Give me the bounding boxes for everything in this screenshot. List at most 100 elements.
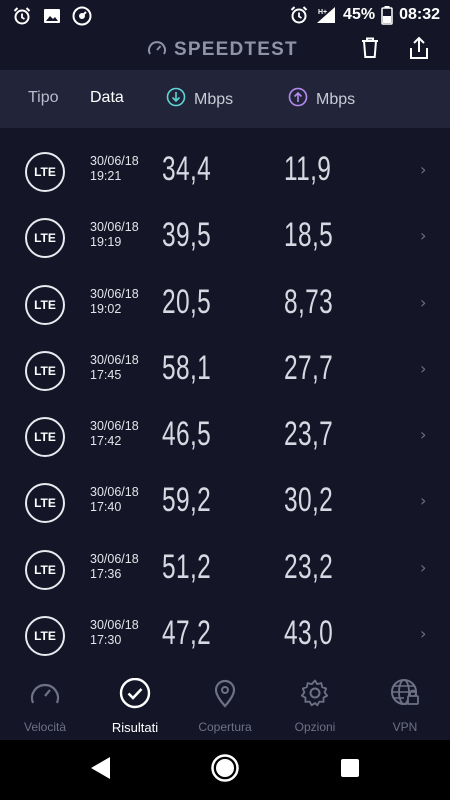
result-row[interactable]: LTE 30/06/18 19:02 20,5 8,73 › — [0, 271, 450, 337]
connection-type-badge: LTE — [25, 152, 65, 192]
download-speed: 39,5 — [162, 216, 212, 255]
chevron-right-icon: › — [420, 358, 427, 378]
network-type: H+ — [318, 9, 327, 16]
gauge-logo-icon — [146, 37, 168, 63]
upload-speed: 30,2 — [284, 481, 334, 520]
result-time: 19:21 — [90, 169, 122, 183]
checkmark-circle-icon — [118, 677, 152, 716]
nav-label-vpn: VPN — [392, 720, 418, 734]
speedtest-notification-icon — [72, 6, 92, 26]
result-row[interactable]: LTE 30/06/18 19:21 34,4 11,9 › — [0, 138, 450, 204]
result-time: 19:02 — [90, 301, 122, 316]
connection-type-badge: LTE — [25, 350, 65, 391]
result-datetime: 30/06/18 17:42 — [90, 419, 139, 449]
result-date: 30/06/18 — [90, 551, 139, 566]
download-speed: 58,1 — [162, 348, 212, 387]
map-pin-icon — [210, 678, 240, 712]
result-row[interactable]: LTE 30/06/18 19:19 39,5 18,5 › — [0, 204, 450, 270]
gear-icon — [299, 678, 331, 712]
column-upload-header[interactable]: Mbps — [288, 87, 355, 112]
upload-speed: 43,0 — [284, 614, 334, 653]
delete-button[interactable] — [357, 37, 383, 63]
result-date: 30/06/18 — [90, 485, 139, 500]
results-list: LTE 30/06/18 19:21 34,4 11,9 › LTE 30/06/… — [0, 138, 450, 668]
nav-tab-options[interactable]: Opzioni — [270, 678, 360, 734]
nav-label-options: Opzioni — [294, 720, 336, 734]
result-date: 30/06/18 — [90, 220, 139, 235]
result-time: 19:19 — [90, 235, 122, 250]
bottom-nav: Velocità Risultati Copertura Opzioni VPN — [0, 664, 450, 740]
connection-type-badge: LTE — [25, 417, 65, 458]
result-time: 17:42 — [90, 434, 122, 449]
column-type-header[interactable]: Tipo — [28, 89, 59, 107]
alarm-clock-icon — [289, 5, 309, 25]
nav-tab-results[interactable]: Risultati — [90, 677, 180, 735]
system-nav-bar — [0, 740, 450, 800]
back-button[interactable] — [85, 755, 115, 785]
upload-arrow-icon — [288, 87, 308, 112]
chevron-right-icon: › — [420, 160, 427, 179]
result-row[interactable]: LTE 30/06/18 17:30 47,2 43,0 › — [0, 602, 450, 668]
results-column-header: Tipo Data Mbps Mbps — [0, 70, 450, 128]
result-date: 30/06/18 — [90, 419, 139, 434]
nav-tab-speed[interactable]: Velocità — [0, 678, 90, 734]
nav-tab-coverage[interactable]: Copertura — [180, 678, 270, 734]
nav-tab-vpn[interactable]: VPN — [360, 678, 450, 734]
share-icon — [408, 36, 430, 64]
column-download-header[interactable]: Mbps — [166, 87, 233, 112]
result-datetime: 30/06/18 19:21 — [90, 154, 139, 184]
battery-icon — [381, 5, 393, 25]
result-row[interactable]: LTE 30/06/18 17:40 59,2 30,2 › — [0, 469, 450, 535]
upload-speed: 23,7 — [284, 415, 334, 454]
app-header: SPEEDTEST — [0, 32, 450, 70]
chevron-right-icon: › — [420, 226, 427, 246]
result-datetime: 30/06/18 19:02 — [90, 287, 139, 317]
result-datetime: 30/06/18 17:45 — [90, 353, 139, 383]
download-unit-label: Mbps — [194, 90, 234, 108]
signal-icon: H+ — [315, 5, 337, 25]
chevron-right-icon: › — [420, 425, 427, 445]
chevron-right-icon: › — [420, 557, 427, 577]
connection-type-badge: LTE — [25, 483, 65, 524]
upload-speed: 11,9 — [284, 150, 332, 188]
app-title: SPEEDTEST — [174, 39, 298, 60]
upload-speed: 27,7 — [284, 348, 334, 387]
connection-type-badge: LTE — [25, 549, 65, 590]
share-button[interactable] — [406, 36, 432, 64]
recents-square-icon — [339, 757, 361, 783]
upload-unit-label: Mbps — [316, 90, 356, 108]
nav-label-speed: Velocità — [23, 720, 67, 734]
connection-type-badge: LTE — [25, 616, 65, 657]
home-button[interactable] — [210, 753, 240, 787]
result-time: 17:45 — [90, 367, 122, 382]
download-speed: 46,5 — [162, 415, 212, 454]
result-time: 17:40 — [90, 500, 122, 515]
result-datetime: 30/06/18 19:19 — [90, 220, 139, 250]
result-date: 30/06/18 — [90, 352, 139, 367]
recents-button[interactable] — [335, 755, 365, 785]
result-row[interactable]: LTE 30/06/18 17:42 46,5 23,7 › — [0, 403, 450, 469]
speedometer-icon — [28, 678, 62, 712]
app-logo: SPEEDTEST — [146, 37, 298, 63]
result-date: 30/06/18 — [90, 618, 139, 633]
download-arrow-icon — [166, 87, 186, 112]
connection-type-badge: LTE — [25, 284, 65, 325]
image-icon — [42, 6, 62, 26]
upload-speed: 18,5 — [284, 216, 334, 255]
upload-speed: 8,73 — [284, 282, 334, 321]
download-speed: 47,2 — [162, 614, 212, 653]
result-time: 17:30 — [90, 633, 122, 648]
clock-time: 08:32 — [399, 6, 440, 23]
download-speed: 34,4 — [162, 150, 212, 188]
result-datetime: 30/06/18 17:40 — [90, 485, 139, 515]
nav-label-coverage: Copertura — [198, 720, 252, 734]
result-date: 30/06/18 — [90, 154, 139, 168]
home-circle-icon — [210, 753, 240, 787]
result-date: 30/06/18 — [90, 286, 139, 301]
result-row[interactable]: LTE 30/06/18 17:45 58,1 27,7 › — [0, 337, 450, 403]
result-datetime: 30/06/18 17:30 — [90, 618, 139, 648]
column-date-header[interactable]: Data — [90, 89, 124, 107]
chevron-right-icon: › — [420, 491, 427, 511]
chevron-right-icon: › — [420, 292, 427, 312]
result-row[interactable]: LTE 30/06/18 17:36 51,2 23,2 › — [0, 536, 450, 602]
